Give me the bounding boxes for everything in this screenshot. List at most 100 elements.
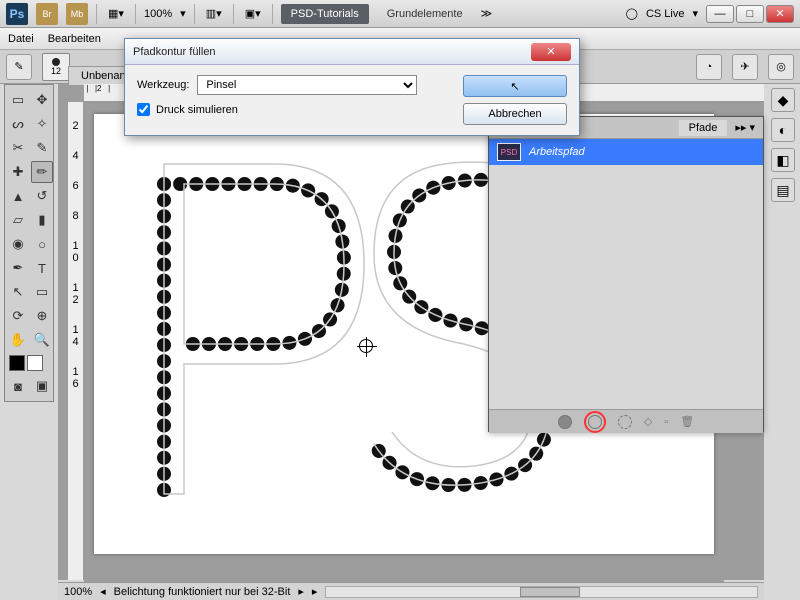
eraser-tool[interactable]: ▱ — [7, 209, 29, 231]
paths-list[interactable]: PSD Arbeitspfad — [489, 139, 763, 409]
path-name: Arbeitspfad — [529, 146, 585, 158]
color-swatches[interactable] — [7, 353, 53, 373]
brush-tool[interactable]: ✏ — [31, 161, 53, 183]
arrange-icon[interactable]: ▥▾ — [203, 3, 225, 25]
new-path-icon[interactable]: ▫ — [664, 416, 668, 428]
gradient-tool[interactable]: ▮ — [31, 209, 53, 231]
ruler-vertical: 246810121416 — [68, 102, 84, 580]
cancel-button[interactable]: Abbrechen — [463, 103, 567, 125]
history-brush-tool[interactable]: ↺ — [31, 185, 53, 207]
zoom-dropdown-icon[interactable]: ▾ — [180, 7, 186, 20]
crosshair-cursor-icon — [359, 339, 373, 353]
stroke-path-dialog: Pfadkontur füllen ✕ Werkzeug: Pinsel Dru… — [124, 38, 580, 136]
status-arrow-left-icon[interactable]: ◂ — [100, 585, 106, 598]
menu-file[interactable]: Datei — [8, 33, 34, 45]
wand-tool[interactable]: ✧ — [31, 113, 53, 135]
lasso-tool[interactable]: ᔕ — [7, 113, 29, 135]
tool-preset-icon[interactable]: ✎ — [6, 54, 32, 80]
type-tool[interactable]: T — [31, 257, 53, 279]
panel-menu-icon[interactable]: ▸▸ ▾ — [735, 121, 755, 134]
app-topbar: Ps Br Mb ▦▾ 100% ▾ ▥▾ ▣▾ PSD-Tutorials G… — [0, 0, 800, 28]
make-workpath-icon[interactable]: ◇ — [644, 415, 652, 428]
status-menu-icon[interactable]: ▸ — [312, 585, 318, 598]
path-select-tool[interactable]: ↖ — [7, 281, 29, 303]
simulate-pressure-label: Druck simulieren — [156, 104, 238, 116]
cslive-label[interactable]: CS Live — [646, 8, 685, 20]
crop-tool[interactable]: ✂ — [7, 137, 29, 159]
status-zoom[interactable]: 100% — [64, 586, 92, 598]
separator — [272, 4, 273, 24]
zoom-level[interactable]: 100% — [144, 8, 172, 20]
brush-size-label: 12 — [51, 66, 61, 76]
separator — [233, 4, 234, 24]
statusbar: 100% ◂ Belichtung funktioniert nur bei 3… — [58, 582, 764, 600]
separator — [96, 4, 97, 24]
dodge-tool[interactable]: ○ — [31, 233, 53, 255]
airbrush-icon[interactable]: ✈ — [732, 54, 758, 80]
stroke-path-highlight — [584, 411, 606, 433]
3d-tool[interactable]: ⟳ — [7, 305, 29, 327]
zoom-tool[interactable]: 🔍 — [31, 329, 53, 351]
cslive-icon: ◯ — [626, 7, 638, 20]
ok-button[interactable]: ↖ — [463, 75, 567, 97]
heal-tool[interactable]: ✚ — [7, 161, 29, 183]
stamp-tool[interactable]: ▲ — [7, 185, 29, 207]
minibridge-icon[interactable]: Mb — [66, 3, 88, 25]
maximize-button[interactable]: □ — [736, 5, 764, 23]
scrollbar-thumb[interactable] — [520, 587, 580, 597]
right-panels-bar: ◆ ◐ ◧ ▤ — [768, 84, 798, 202]
stroke-path-icon[interactable] — [588, 415, 602, 429]
bridge-icon[interactable]: Br — [36, 3, 58, 25]
adjustments-panel-icon[interactable]: ◧ — [771, 148, 795, 172]
color-panel-icon[interactable]: ◐ — [771, 118, 795, 142]
menu-edit[interactable]: Bearbeiten — [48, 33, 101, 45]
brush-preview[interactable]: 12 — [42, 53, 70, 81]
fill-path-icon[interactable] — [558, 415, 572, 429]
horizontal-scrollbar[interactable] — [325, 586, 758, 598]
status-arrow-right-icon[interactable]: ▸ — [298, 585, 304, 598]
path-thumb-icon: PSD — [497, 143, 521, 161]
delete-path-icon[interactable]: 🗑 — [680, 415, 694, 428]
paths-panel: Pfade ▸▸ ▾ PSD Arbeitspfad ◇ ▫ 🗑 — [488, 116, 764, 432]
pen-tool[interactable]: ✒ — [7, 257, 29, 279]
marquee-tool[interactable]: ▭ — [7, 89, 29, 111]
path-to-selection-icon[interactable] — [618, 415, 632, 429]
screenmode-tool[interactable]: ▣ — [31, 375, 53, 397]
dialog-title: Pfadkontur füllen — [133, 46, 531, 58]
view-grid-icon[interactable]: ▦▾ — [105, 3, 127, 25]
workspace-button[interactable]: PSD-Tutorials — [281, 4, 369, 24]
screen-mode-icon[interactable]: ▣▾ — [242, 3, 264, 25]
close-button[interactable]: ✕ — [766, 5, 794, 23]
background-color[interactable] — [27, 355, 43, 371]
tablet-pressure-opacity-icon[interactable]: ◔ — [696, 54, 722, 80]
history-panel-icon[interactable]: ◆ — [771, 88, 795, 112]
toolbox: ▭ ✥ ᔕ ✧ ✂ ✎ ✚ ✏ ▲ ↺ ▱ ▮ ◉ ○ ✒ T ↖ ▭ ⟳ ⊕ … — [4, 84, 54, 402]
cslive-dropdown-icon[interactable]: ▾ — [692, 7, 698, 20]
simulate-pressure-check[interactable]: Druck simulieren — [137, 103, 453, 116]
dialog-close-button[interactable]: ✕ — [531, 43, 571, 61]
eyedropper-tool[interactable]: ✎ — [31, 137, 53, 159]
move-tool[interactable]: ✥ — [31, 89, 53, 111]
tab-paths[interactable]: Pfade — [679, 120, 728, 136]
blur-tool[interactable]: ◉ — [7, 233, 29, 255]
workspace-alt-button[interactable]: Grundelemente — [377, 4, 473, 24]
separator — [135, 4, 136, 24]
hand-tool[interactable]: ✋ — [7, 329, 29, 351]
quickmask-tool[interactable]: ◙ — [7, 375, 29, 397]
foreground-color[interactable] — [9, 355, 25, 371]
brush-dot-icon — [52, 58, 60, 66]
ps-logo-icon[interactable]: Ps — [6, 3, 28, 25]
status-info: Belichtung funktioniert nur bei 32-Bit — [114, 586, 291, 598]
camera-tool[interactable]: ⊕ — [31, 305, 53, 327]
shape-tool[interactable]: ▭ — [31, 281, 53, 303]
tablet-pressure-size-icon[interactable]: ◎ — [768, 54, 794, 80]
dialog-titlebar[interactable]: Pfadkontur füllen ✕ — [125, 39, 579, 65]
minimize-button[interactable]: — — [706, 5, 734, 23]
workspace-more-icon[interactable]: ≫ — [481, 7, 493, 20]
layers-panel-icon[interactable]: ▤ — [771, 178, 795, 202]
simulate-pressure-checkbox[interactable] — [137, 103, 150, 116]
tool-select[interactable]: Pinsel — [197, 75, 417, 95]
path-item[interactable]: PSD Arbeitspfad — [489, 139, 763, 165]
tool-label: Werkzeug: — [137, 79, 189, 91]
paths-panel-footer: ◇ ▫ 🗑 — [489, 409, 763, 433]
